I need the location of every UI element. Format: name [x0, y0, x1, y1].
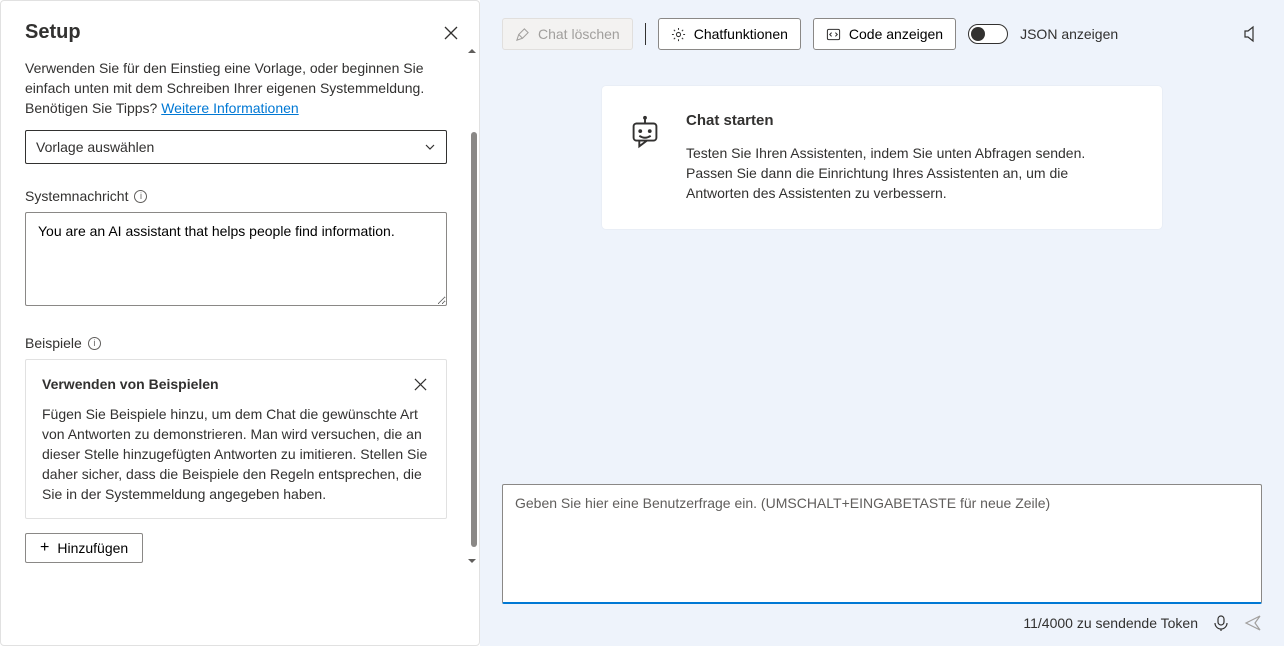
chat-panel: Chat löschen Chatfunktionen Code anzeige… — [480, 0, 1284, 646]
chat-functions-button[interactable]: Chatfunktionen — [658, 18, 801, 50]
system-message-input[interactable] — [25, 212, 447, 306]
gear-icon — [671, 27, 686, 42]
show-code-label: Code anzeigen — [849, 26, 943, 42]
start-chat-body: Testen Sie Ihren Assistenten, indem Sie … — [686, 143, 1132, 203]
setup-header: Setup — [25, 21, 461, 44]
json-toggle[interactable] — [968, 24, 1008, 44]
clear-chat-button[interactable]: Chat löschen — [502, 18, 633, 50]
examples-card: Verwenden von Beispielen Fügen Sie Beisp… — [25, 359, 447, 519]
more-info-link[interactable]: Weitere Informationen — [161, 100, 298, 116]
toggle-knob — [971, 27, 985, 41]
divider — [645, 23, 646, 45]
info-icon[interactable]: i — [88, 337, 101, 350]
setup-panel: Setup Verwenden Sie für den Einstieg ein… — [0, 0, 480, 646]
app-root: Setup Verwenden Sie für den Einstieg ein… — [0, 0, 1284, 646]
setup-title: Setup — [25, 21, 81, 44]
add-example-label: Hinzufügen — [57, 540, 128, 556]
scroll-down-icon[interactable] — [467, 556, 477, 566]
start-chat-text: Chat starten Testen Sie Ihren Assistente… — [686, 112, 1132, 203]
token-counter: 11/4000 zu sendende Token — [1023, 615, 1198, 631]
scroll-thumb[interactable] — [471, 132, 477, 547]
close-setup-button[interactable] — [441, 23, 461, 43]
examples-card-title: Verwenden von Beispielen — [42, 376, 219, 392]
speaker-icon[interactable] — [1242, 24, 1262, 44]
microphone-icon[interactable] — [1212, 614, 1230, 632]
close-icon — [444, 26, 458, 40]
close-examples-card-button[interactable] — [410, 374, 430, 394]
chevron-down-icon — [424, 141, 436, 153]
scrollbar[interactable] — [469, 46, 477, 566]
add-example-button[interactable]: + Hinzufügen — [25, 533, 143, 563]
chat-input[interactable] — [502, 484, 1262, 604]
clear-chat-label: Chat löschen — [538, 26, 620, 42]
send-icon[interactable] — [1244, 614, 1262, 632]
examples-label-text: Beispiele — [25, 335, 82, 351]
start-chat-card: Chat starten Testen Sie Ihren Assistente… — [602, 86, 1162, 229]
close-icon — [414, 378, 427, 391]
show-code-button[interactable]: Code anzeigen — [813, 18, 956, 50]
setup-intro-text: Verwenden Sie für den Einstieg eine Vorl… — [25, 58, 447, 118]
setup-scroll-area[interactable]: Verwenden Sie für den Einstieg eine Vorl… — [25, 58, 461, 625]
system-message-label-text: Systemnachricht — [25, 188, 128, 204]
template-select[interactable]: Vorlage auswählen — [25, 130, 447, 164]
json-toggle-label: JSON anzeigen — [1020, 26, 1118, 42]
start-chat-title: Chat starten — [686, 112, 1132, 129]
examples-card-header: Verwenden von Beispielen — [42, 374, 430, 394]
system-message-label: Systemnachricht i — [25, 188, 447, 204]
info-icon[interactable]: i — [134, 190, 147, 203]
chat-footer: 11/4000 zu sendende Token — [502, 614, 1262, 632]
code-icon — [826, 27, 841, 42]
plus-icon: + — [40, 540, 49, 556]
chat-functions-label: Chatfunktionen — [694, 26, 788, 42]
chat-input-area: 11/4000 zu sendende Token — [502, 484, 1262, 632]
bot-icon — [626, 114, 664, 152]
chat-toolbar: Chat löschen Chatfunktionen Code anzeige… — [502, 18, 1262, 50]
examples-label: Beispiele i — [25, 335, 447, 351]
template-select-placeholder: Vorlage auswählen — [36, 139, 154, 155]
broom-icon — [515, 27, 530, 42]
scroll-up-icon[interactable] — [467, 46, 477, 56]
examples-card-body: Fügen Sie Beispiele hinzu, um dem Chat d… — [42, 404, 430, 504]
